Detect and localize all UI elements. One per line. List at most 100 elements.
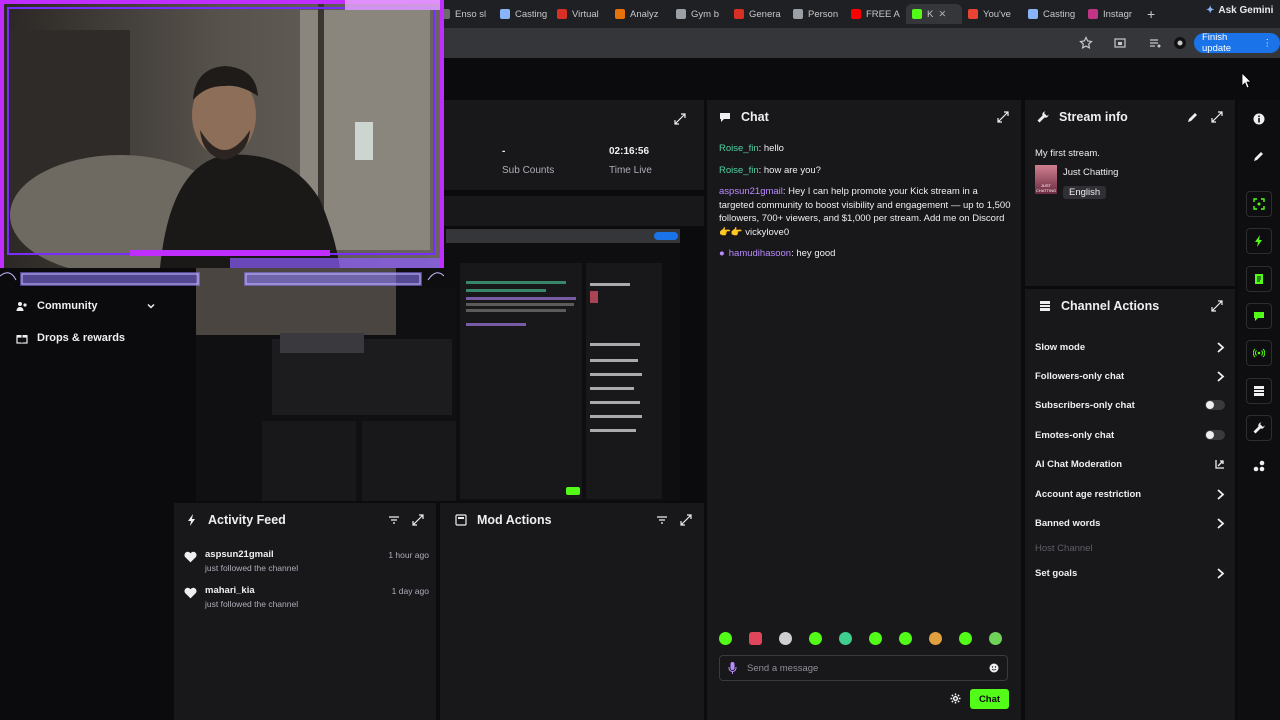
subscribers-only-toggle[interactable] <box>1205 400 1225 410</box>
mouse-cursor-icon <box>1241 72 1252 89</box>
emote-icon[interactable] <box>749 632 762 645</box>
stream-title: My first stream. <box>1035 148 1100 159</box>
browser-tab[interactable]: Casting <box>500 4 556 24</box>
browser-tab[interactable]: Enso sl <box>440 4 496 24</box>
chat-message-input[interactable] <box>747 662 979 674</box>
chevron-right-icon <box>1217 370 1225 382</box>
screen-capture-icon[interactable] <box>1246 191 1272 217</box>
webcam-feed <box>0 0 444 268</box>
chevron-down-icon <box>147 303 155 309</box>
emote-icon[interactable] <box>779 632 792 645</box>
tab-favicon <box>615 9 625 19</box>
send-chat-button[interactable]: Chat <box>970 689 1009 709</box>
tab-favicon <box>676 9 686 19</box>
account-age-restriction-row[interactable]: Account age restriction <box>1035 484 1225 504</box>
activity-feed-header: Activity Feed <box>174 503 436 537</box>
nav-community[interactable]: Community <box>16 300 156 312</box>
layout-widgets-icon[interactable] <box>1246 453 1272 479</box>
activity-item: aspsun21gmail just followed the channel … <box>184 549 429 573</box>
popout-icon[interactable] <box>1211 111 1223 123</box>
webcam-overlay <box>0 0 444 268</box>
emotes-only-toggle[interactable] <box>1205 430 1225 440</box>
finish-update-button[interactable]: Finish update ⋮ <box>1194 32 1280 54</box>
browser-tab[interactable]: Instagr <box>1088 4 1144 24</box>
popout-icon[interactable] <box>412 514 424 526</box>
chat-username[interactable]: Roise_fin <box>719 165 759 176</box>
popout-icon[interactable] <box>674 113 686 125</box>
chat-username[interactable]: Roise_fin <box>719 143 759 154</box>
popout-icon[interactable] <box>1211 300 1223 312</box>
browser-tab[interactable]: FREE A <box>851 4 907 24</box>
edit-pencil-icon[interactable] <box>1246 143 1272 169</box>
chat-bubble-icon <box>720 113 730 122</box>
chat-username[interactable]: aspsun21gmail <box>719 186 783 197</box>
emote-icon[interactable] <box>809 632 822 645</box>
popout-icon[interactable] <box>680 514 692 526</box>
emote-icon[interactable] <box>959 632 972 645</box>
browser-tab[interactable]: You've <box>968 4 1024 24</box>
emote-icon[interactable] <box>899 632 912 645</box>
chat-input-box <box>719 655 1008 681</box>
ai-chat-moderation-row[interactable]: AI Chat Moderation <box>1035 454 1225 474</box>
more-menu-icon[interactable]: ⋮ <box>1263 38 1273 49</box>
tab-favicon <box>793 9 803 19</box>
webcam-frame-bar <box>0 266 444 290</box>
microphone-badge-icon: ● <box>719 248 725 259</box>
chat-bubble-icon[interactable] <box>1246 303 1272 329</box>
browser-tab-active[interactable]: K ✕ <box>906 4 962 24</box>
time-live-stat: 02:16:56 Time Live <box>609 146 652 176</box>
chat-message: Roise_fin: hello <box>719 143 784 154</box>
close-icon[interactable]: ✕ <box>938 9 946 20</box>
emote-icon[interactable] <box>869 632 882 645</box>
lightning-icon[interactable] <box>1246 228 1272 254</box>
browser-tab[interactable]: Gym b <box>676 4 732 24</box>
media-controls-icon[interactable] <box>1148 36 1162 50</box>
filter-icon[interactable] <box>656 514 668 526</box>
chat-message: Roise_fin: how are you? <box>719 164 821 176</box>
star-icon[interactable] <box>1079 36 1093 50</box>
emote-icon[interactable] <box>719 632 732 645</box>
nav-drops-rewards[interactable]: Drops & rewards <box>16 332 125 344</box>
browser-tab[interactable]: Virtual <box>557 4 613 24</box>
followers-only-chat-row[interactable]: Followers-only chat <box>1035 366 1225 386</box>
browser-tab[interactable]: Genera <box>734 4 790 24</box>
emote-icon[interactable] <box>929 632 942 645</box>
banned-words-row[interactable]: Banned words <box>1035 513 1225 533</box>
stream-info-header: Stream info <box>1025 100 1235 134</box>
chevron-right-icon <box>1217 567 1225 579</box>
info-icon[interactable] <box>1246 106 1272 132</box>
list-icon[interactable] <box>1246 378 1272 404</box>
channel-actions-header: Channel Actions <box>1025 289 1235 323</box>
list-icon <box>1040 301 1050 311</box>
settings-gear-icon[interactable] <box>950 693 961 704</box>
activity-feed-panel: Activity Feed <box>174 503 436 720</box>
edit-pencil-icon[interactable] <box>1187 111 1199 123</box>
host-channel-row: Host Channel <box>1035 542 1093 554</box>
subscribers-only-chat-row: Subscribers-only chat <box>1035 395 1225 415</box>
preview-update-pill <box>654 232 678 240</box>
chat-username[interactable]: hamudihasoon <box>729 248 791 259</box>
emote-icon[interactable] <box>989 632 1002 645</box>
category-thumbnail[interactable]: JUST CHATTING <box>1035 165 1057 194</box>
chat-panel: Chat Roise_fin: hello Roise_fin: how are… <box>707 100 1021 720</box>
browser-tab[interactable]: Casting <box>1028 4 1084 24</box>
emotes-only-chat-row: Emotes-only chat <box>1035 425 1225 445</box>
chevron-right-icon <box>1217 341 1225 353</box>
lightning-icon <box>188 514 195 526</box>
new-tab-button[interactable]: + <box>1147 6 1155 22</box>
tab-favicon <box>557 9 567 19</box>
set-goals-row[interactable]: Set goals <box>1035 563 1225 583</box>
document-icon[interactable] <box>1246 266 1272 292</box>
browser-tab[interactable]: Person <box>793 4 849 24</box>
emoji-picker-icon[interactable] <box>989 663 999 673</box>
filter-icon[interactable] <box>388 514 400 526</box>
profile-avatar-icon[interactable] <box>1173 36 1187 50</box>
wrench-icon[interactable] <box>1246 415 1272 441</box>
screenshot-icon[interactable] <box>1113 36 1127 50</box>
ask-gemini-button[interactable]: ✦ Ask Gemini <box>1206 5 1273 16</box>
popout-icon[interactable] <box>997 111 1009 123</box>
broadcast-icon[interactable] <box>1246 340 1272 366</box>
emote-icon[interactable] <box>839 632 852 645</box>
browser-tab[interactable]: Analyz <box>615 4 671 24</box>
slow-mode-row[interactable]: Slow mode <box>1035 337 1225 357</box>
